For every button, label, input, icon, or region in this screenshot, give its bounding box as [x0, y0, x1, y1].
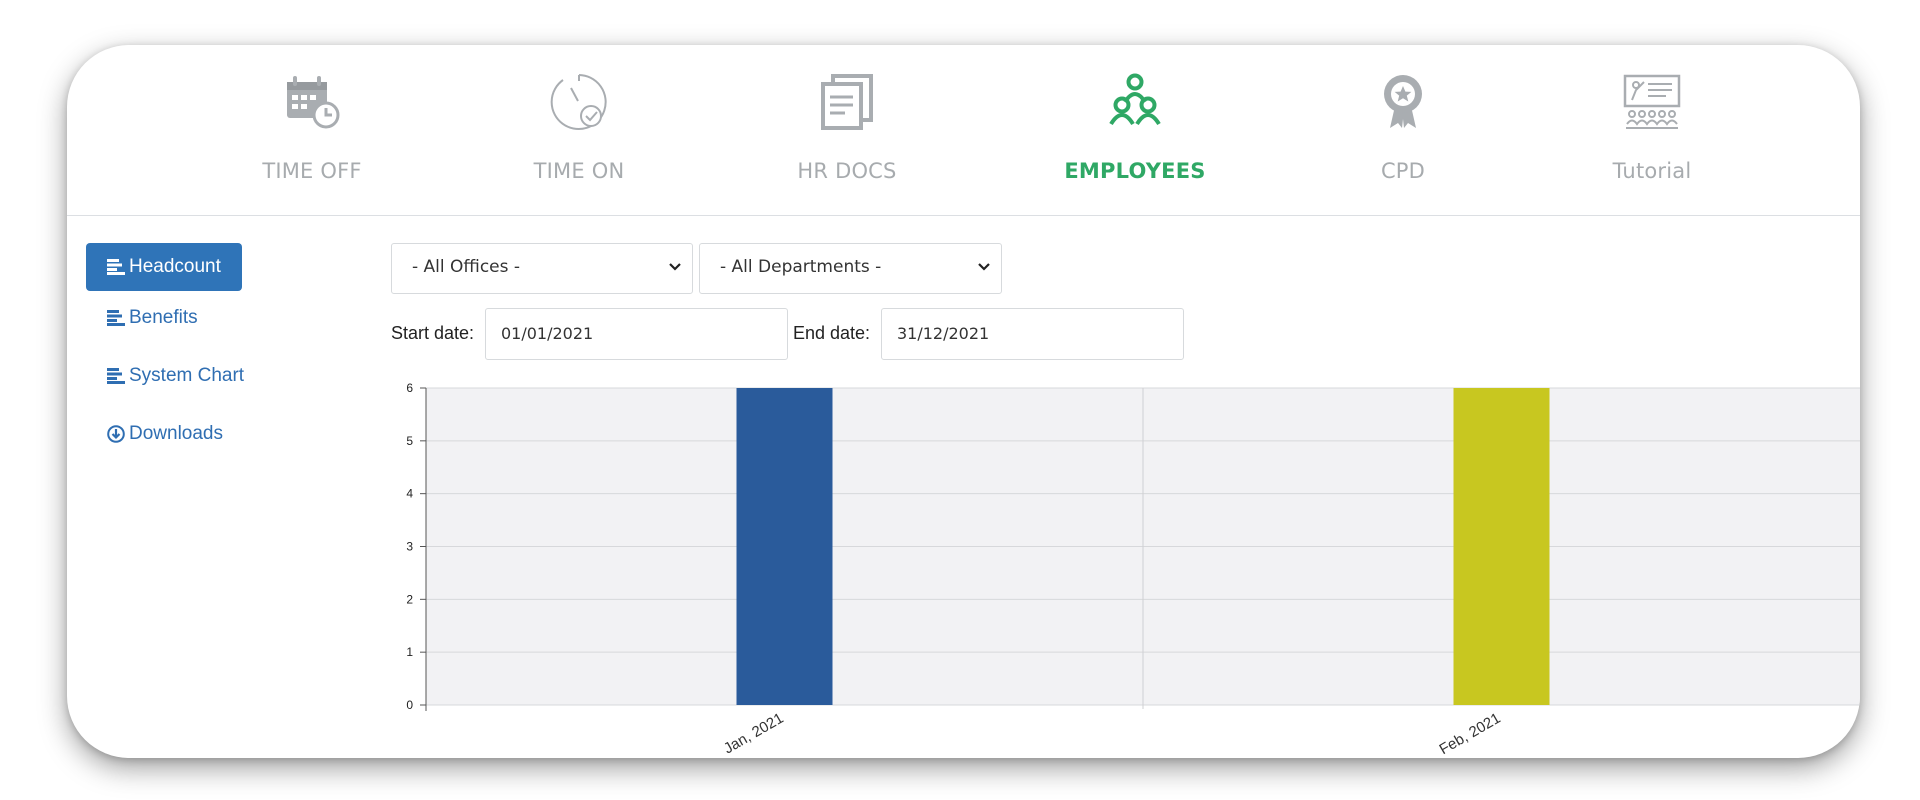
- bar: [1453, 388, 1550, 705]
- start-date-value: 01/01/2021: [501, 324, 594, 343]
- tab-cpd[interactable]: CPD: [1303, 45, 1503, 215]
- x-tick-label: Feb, 2021: [1436, 710, 1503, 756]
- bars-icon: [107, 310, 125, 326]
- sidebar-item-label: Headcount: [129, 256, 221, 277]
- presentation-icon: [1623, 74, 1681, 129]
- tab-label: TIME OFF: [262, 159, 362, 183]
- department-select[interactable]: - All Departments -: [699, 243, 1002, 294]
- y-tick-label: 5: [406, 434, 413, 448]
- calendar-clock-icon: [287, 76, 340, 129]
- tab-label: EMPLOYEES: [1064, 159, 1206, 183]
- tab-tutorial[interactable]: Tutorial: [1552, 45, 1752, 215]
- download-circle-icon: [107, 425, 125, 443]
- tab-label: TIME ON: [533, 159, 625, 183]
- tab-time-off[interactable]: TIME OFF: [212, 45, 412, 215]
- end-date-input[interactable]: 31/12/2021: [881, 308, 1184, 360]
- y-tick-label: 1: [406, 645, 413, 659]
- sidebar-item-label: Benefits: [129, 307, 198, 328]
- y-tick-label: 3: [406, 540, 413, 554]
- employees-group-icon: [1109, 73, 1161, 126]
- sidebar-item-label: System Chart: [129, 365, 245, 386]
- start-date-input[interactable]: 01/01/2021: [485, 308, 788, 360]
- sidebar-item-system-chart[interactable]: System Chart: [86, 352, 266, 400]
- sidebar-item-headcount[interactable]: Headcount: [86, 243, 242, 291]
- y-tick-label: 2: [406, 592, 413, 606]
- tab-employees[interactable]: EMPLOYEES: [1035, 45, 1235, 215]
- end-date-value: 31/12/2021: [897, 324, 990, 343]
- bars-icon: [107, 259, 125, 275]
- chevron-down-icon: [669, 263, 681, 271]
- bar: [736, 388, 833, 705]
- stopwatch-check-icon: [550, 74, 607, 130]
- sidebar-item-label: Downloads: [129, 423, 223, 444]
- office-select-value: - All Offices -: [412, 257, 521, 277]
- tab-time-on[interactable]: TIME ON: [479, 45, 679, 215]
- end-date-label: End date:: [793, 323, 871, 343]
- top-navigation: TIME OFF TIME ON HR DOCS EMPLOYEES CPD T…: [67, 45, 1860, 216]
- tab-label: Tutorial: [1612, 159, 1692, 183]
- award-ribbon-icon: [1384, 75, 1422, 128]
- tab-label: CPD: [1380, 159, 1426, 183]
- office-select[interactable]: - All Offices -: [391, 243, 693, 294]
- y-tick-label: 6: [406, 381, 413, 395]
- start-date-label: Start date:: [391, 323, 475, 343]
- sidebar-item-downloads[interactable]: Downloads: [86, 410, 242, 458]
- headcount-chart: 0 1 2 3 4 5 6 Jan, 2021 Feb, 2021: [406, 381, 1860, 756]
- x-tick-label: Jan, 2021: [721, 710, 787, 756]
- tab-hr-docs[interactable]: HR DOCS: [747, 45, 947, 215]
- bars-icon: [107, 368, 125, 384]
- tab-label: HR DOCS: [797, 159, 897, 183]
- sidebar-item-benefits[interactable]: Benefits: [86, 294, 242, 342]
- y-tick-label: 0: [406, 698, 413, 712]
- documents-icon: [821, 74, 873, 130]
- chevron-down-icon: [978, 263, 990, 271]
- department-select-value: - All Departments -: [720, 257, 882, 277]
- y-tick-label: 4: [406, 487, 413, 501]
